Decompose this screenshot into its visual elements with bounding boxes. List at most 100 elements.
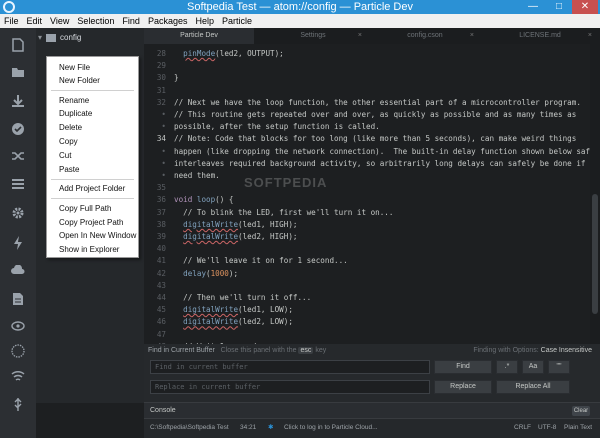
code-editor[interactable]: 28 29 30 31 32 • • 34 • • • 35 36 37 38 39 40 41 42 43 44 45 4… bbox=[144, 44, 600, 351]
code-line[interactable]: digitalWrite(led1, HIGH); bbox=[174, 219, 297, 231]
asterisk-icon: ✱ bbox=[268, 424, 274, 431]
line-number: 37 bbox=[156, 207, 166, 217]
tab-particle-dev[interactable]: Particle Dev bbox=[144, 28, 254, 44]
menu-item-rename[interactable]: Rename bbox=[59, 96, 89, 106]
eye-icon[interactable] bbox=[10, 320, 26, 334]
menu-item-cut[interactable]: Cut bbox=[59, 151, 71, 161]
chevron-down-icon: ▾ bbox=[38, 33, 43, 42]
find-input[interactable]: Find in current buffer bbox=[150, 360, 430, 374]
code-line[interactable]: digitalWrite(led2, HIGH); bbox=[174, 231, 297, 243]
editor-scrollbar[interactable] bbox=[590, 44, 600, 344]
code-line[interactable]: // Then we'll turn it off... bbox=[174, 292, 311, 304]
maximize-button[interactable]: □ bbox=[546, 0, 572, 14]
menu-bar: File Edit View Selection Find Packages Help Par… bbox=[0, 14, 600, 28]
code-line[interactable]: digitalWrite(led1, LOW); bbox=[174, 304, 293, 316]
status-particle-login[interactable]: Click to log in to Particle Cloud... bbox=[284, 419, 378, 437]
menu-packages[interactable]: Packages bbox=[144, 14, 192, 28]
minimize-button[interactable]: — bbox=[520, 0, 546, 14]
code-line[interactable]: // Note: Code that blocks for too long (… bbox=[174, 133, 576, 145]
menu-particle[interactable]: Particle bbox=[218, 14, 256, 28]
line-number: 42 bbox=[156, 268, 166, 278]
menu-item-new-folder[interactable]: New Folder bbox=[59, 76, 100, 86]
context-menu: New File New Folder Rename Duplicate Del… bbox=[46, 56, 139, 258]
code-line[interactable]: interleaves required background activity… bbox=[174, 158, 600, 170]
whole-word-toggle[interactable]: "" bbox=[548, 360, 570, 374]
wifi-icon[interactable] bbox=[10, 370, 26, 384]
tab-license-md[interactable]: LICENSE.md × bbox=[484, 28, 596, 44]
code-line[interactable]: void loop() { bbox=[174, 194, 233, 206]
code-line[interactable]: digitalWrite(led2, LOW); bbox=[174, 316, 293, 328]
compass-icon[interactable] bbox=[10, 344, 26, 358]
find-title: Find in Current Buffer bbox=[148, 347, 215, 354]
tab-label: Settings bbox=[300, 32, 326, 39]
close-icon[interactable]: × bbox=[358, 28, 362, 44]
menu-item-show-in-explorer[interactable]: Show in Explorer bbox=[59, 245, 119, 255]
menu-file[interactable]: File bbox=[0, 14, 23, 28]
check-icon[interactable] bbox=[10, 122, 26, 136]
replace-all-button[interactable]: Replace All bbox=[496, 380, 570, 394]
line-number: 38 bbox=[156, 219, 166, 229]
menu-find[interactable]: Find bbox=[118, 14, 144, 28]
status-path[interactable]: C:\Softpedia\Softpedia Test bbox=[150, 419, 229, 437]
replace-input[interactable]: Replace in current buffer bbox=[150, 380, 430, 394]
close-icon[interactable]: × bbox=[588, 28, 592, 44]
tab-config-cson[interactable]: config.cson × bbox=[372, 28, 478, 44]
status-line-ending[interactable]: CRLF bbox=[514, 419, 531, 437]
line-number: 44 bbox=[156, 293, 166, 302]
find-button[interactable]: Find bbox=[434, 360, 492, 374]
usb-icon[interactable] bbox=[10, 398, 26, 412]
status-bar: C:\Softpedia\Softpedia Test 34:21 ✱ Clic… bbox=[144, 418, 600, 438]
status-encoding[interactable]: UTF-8 bbox=[538, 419, 556, 437]
lightning-icon[interactable] bbox=[10, 236, 26, 250]
regex-toggle[interactable]: .* bbox=[496, 360, 518, 374]
menu-selection[interactable]: Selection bbox=[73, 14, 118, 28]
line-number: 43 bbox=[156, 280, 166, 290]
scrollbar-thumb[interactable] bbox=[592, 194, 598, 314]
menu-item-duplicate[interactable]: Duplicate bbox=[59, 109, 92, 119]
menu-view[interactable]: View bbox=[46, 14, 73, 28]
menu-edit[interactable]: Edit bbox=[23, 14, 47, 28]
cloud-icon[interactable] bbox=[10, 264, 26, 278]
gear-icon[interactable] bbox=[10, 206, 26, 220]
download-icon[interactable] bbox=[10, 94, 26, 108]
find-hint-pre: Close this panel with the bbox=[220, 347, 297, 354]
menu-help[interactable]: Help bbox=[191, 14, 218, 28]
close-icon[interactable]: × bbox=[470, 28, 474, 44]
tree-root-folder[interactable]: ▾ config bbox=[36, 30, 144, 46]
menu-item-copy-project-path[interactable]: Copy Project Path bbox=[59, 218, 123, 228]
code-line[interactable]: need them. bbox=[174, 170, 220, 182]
menu-item-open-new-window[interactable]: Open In New Window bbox=[59, 231, 136, 241]
line-number: 36 bbox=[156, 195, 166, 205]
menu-item-copy-full-path[interactable]: Copy Full Path bbox=[59, 204, 111, 214]
code-line[interactable]: pinMode(led2, OUTPUT); bbox=[174, 48, 284, 60]
find-hint-key: esc bbox=[298, 347, 314, 354]
list-icon[interactable] bbox=[10, 178, 26, 192]
line-number: • bbox=[161, 110, 166, 119]
close-button[interactable]: ✕ bbox=[572, 0, 598, 14]
console-panel: Console Clear bbox=[144, 402, 600, 418]
menu-item-add-project-folder[interactable]: Add Project Folder bbox=[59, 184, 125, 194]
folder-icon[interactable] bbox=[10, 66, 26, 80]
status-cursor-position[interactable]: 34:21 bbox=[240, 419, 256, 437]
code-line[interactable]: // Next we have the loop function, the o… bbox=[174, 97, 581, 109]
menu-item-copy[interactable]: Copy bbox=[59, 137, 78, 147]
status-grammar[interactable]: Plain Text bbox=[564, 419, 592, 437]
code-line[interactable]: // We'll leave it on for 1 second... bbox=[174, 255, 348, 267]
code-line[interactable]: // This routine gets repeated over and o… bbox=[174, 109, 576, 121]
menu-item-paste[interactable]: Paste bbox=[59, 165, 79, 175]
menu-item-new-file[interactable]: New File bbox=[59, 63, 90, 73]
shuffle-icon[interactable] bbox=[10, 150, 26, 164]
case-toggle[interactable]: Aa bbox=[522, 360, 544, 374]
code-line[interactable]: // To blink the LED, first we'll turn it… bbox=[174, 207, 393, 219]
menu-separator bbox=[51, 198, 134, 199]
menu-item-delete[interactable]: Delete bbox=[59, 123, 82, 133]
file-icon[interactable] bbox=[10, 38, 26, 52]
code-line[interactable]: delay(1000); bbox=[174, 268, 238, 280]
code-line[interactable]: possible, after the setup function is ca… bbox=[174, 121, 380, 133]
code-line[interactable]: happen (like dropping the network connec… bbox=[174, 146, 600, 158]
document-icon[interactable] bbox=[10, 292, 26, 306]
code-line[interactable]: } bbox=[174, 72, 179, 84]
replace-button[interactable]: Replace bbox=[434, 380, 492, 394]
tab-settings[interactable]: Settings × bbox=[260, 28, 366, 44]
console-clear-button[interactable]: Clear bbox=[572, 406, 590, 416]
